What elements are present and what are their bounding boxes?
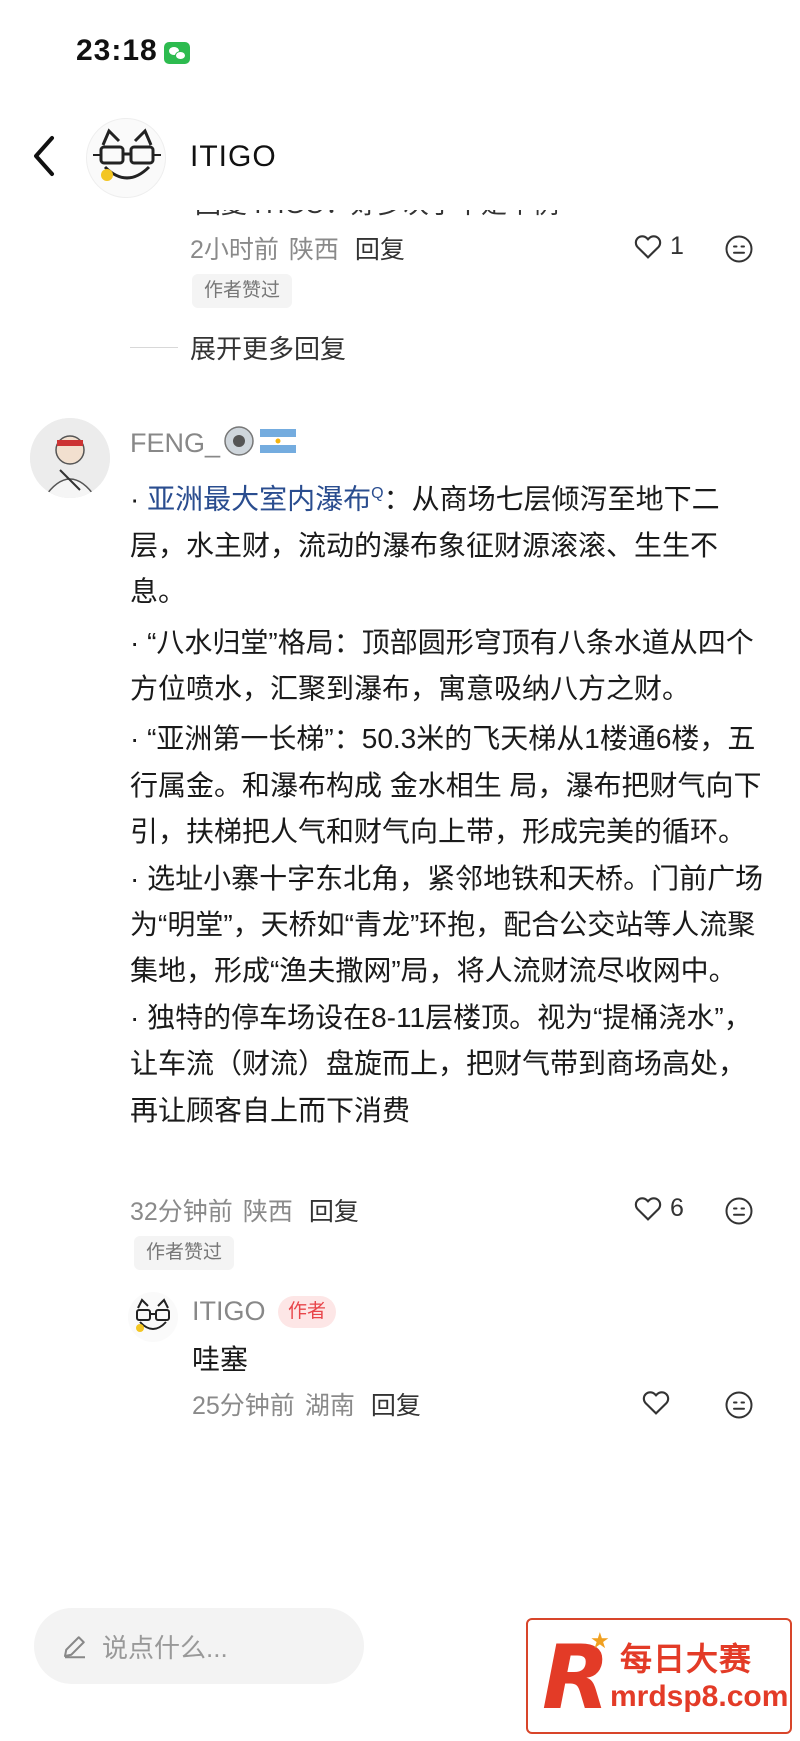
search-icon: Q (371, 485, 384, 502)
search-keyword-link[interactable]: 亚洲最大室内瀑布 (147, 483, 371, 514)
reply-button[interactable]: 回复 (355, 230, 405, 266)
comment-paragraph: · “八水归堂”格局：顶部圆形穹顶有八条水道从四个方位喷水，汇聚到瀑布，寓意吸纳… (130, 626, 754, 704)
heart-icon (634, 235, 662, 259)
comment-input[interactable]: 说点什么... (34, 1608, 364, 1684)
input-placeholder: 说点什么... (102, 1632, 228, 1663)
reply-username[interactable]: ITIGO (192, 1296, 266, 1327)
like-count: 6 (670, 1193, 684, 1222)
author-liked-tag: 作者赞过 (192, 274, 293, 308)
comment-time: 32分钟前 (130, 1198, 233, 1226)
watermark-url: mrdsp8.com (610, 1680, 789, 1713)
avatar[interactable] (30, 418, 110, 498)
heart-icon (642, 1391, 670, 1415)
comment-username[interactable]: FENG_ (130, 428, 220, 459)
reply-time: 25分钟前 (192, 1392, 295, 1420)
author-liked-tag: 作者赞过 (134, 1236, 235, 1270)
back-arrow-icon[interactable] (26, 130, 66, 182)
pencil-icon (64, 1636, 85, 1659)
comment-list[interactable]: 回复 ITIGO：好多次了不是个例 2小时前 陕西 回复 1 作者赞过 展开更多… (0, 196, 800, 1576)
reply-button[interactable]: 回复 (371, 1386, 421, 1422)
wechat-icon (164, 42, 190, 64)
reply-location: 湖南 (304, 1392, 355, 1420)
reply-time: 2小时前 (190, 236, 279, 264)
star-icon: ★ (590, 1628, 610, 1653)
like-button[interactable]: 6 (632, 1192, 684, 1224)
emoji-reaction-icon[interactable] (724, 234, 754, 264)
comment-location: 陕西 (242, 1198, 293, 1226)
user-badges (222, 424, 296, 458)
camera-badge-icon (224, 426, 254, 456)
status-bar: 23:18 (0, 0, 800, 110)
reply-text: 哇塞 (192, 1344, 249, 1375)
author-tag: 作者 (278, 1296, 337, 1328)
user-avatar-icon (30, 418, 110, 498)
cat-glasses-avatar-icon (136, 1298, 170, 1332)
emoji-reaction-icon[interactable] (724, 1196, 754, 1226)
watermark-logo: R ★ 每日大赛 mrdsp8.com (526, 1618, 792, 1734)
cat-glasses-avatar-icon (93, 128, 161, 181)
divider (130, 347, 178, 348)
comment-text: · 亚洲最大室内瀑布Q：从商场七层倾泻至地下二层，水主财，流动的瀑布象征财源滚滚… (130, 471, 770, 1134)
emoji-reaction-icon[interactable] (724, 1390, 754, 1420)
comment-paragraph: · 独特的停车场设在8-11层楼顶。视为“提桶浇水”，让车流（财流）盘旋而上，把… (130, 1001, 752, 1126)
reply-meta: 25分钟前 湖南 回复 (192, 1386, 421, 1422)
comment-paragraph: · 亚洲最大室内瀑布Q：从商场七层倾泻至地下二层，水主财，流动的瀑布象征财源滚滚… (130, 483, 720, 608)
status-time: 23:18 (76, 34, 158, 67)
like-button[interactable] (640, 1386, 678, 1418)
watermark-title: 每日大赛 (620, 1641, 753, 1677)
top-nav-bar: ITIGO (0, 110, 800, 210)
reply-button[interactable]: 回复 (309, 1192, 359, 1228)
comment-paragraph: · “亚洲第一长梯”：50.3米的飞天梯从1楼通6楼，五行属金。和瀑布构成 金水… (130, 723, 762, 848)
comment-meta: 32分钟前 陕西 回复 (130, 1192, 359, 1228)
like-button[interactable]: 1 (632, 230, 684, 262)
expand-more-replies[interactable]: 展开更多回复 (130, 329, 346, 366)
like-count: 1 (670, 231, 684, 260)
reply-location: 陕西 (288, 236, 339, 264)
avatar[interactable] (86, 118, 166, 198)
comment-paragraph: · 选址小寨十字东北角，紧邻地铁和天桥。门前广场为“明堂”，天桥如“青龙”环抱，… (130, 862, 764, 987)
heart-icon (634, 1197, 662, 1221)
avatar[interactable] (128, 1292, 178, 1342)
previous-reply-meta: 2小时前 陕西 回复 (190, 230, 405, 266)
page-title[interactable]: ITIGO (190, 140, 277, 174)
argentina-flag-icon (260, 429, 296, 453)
